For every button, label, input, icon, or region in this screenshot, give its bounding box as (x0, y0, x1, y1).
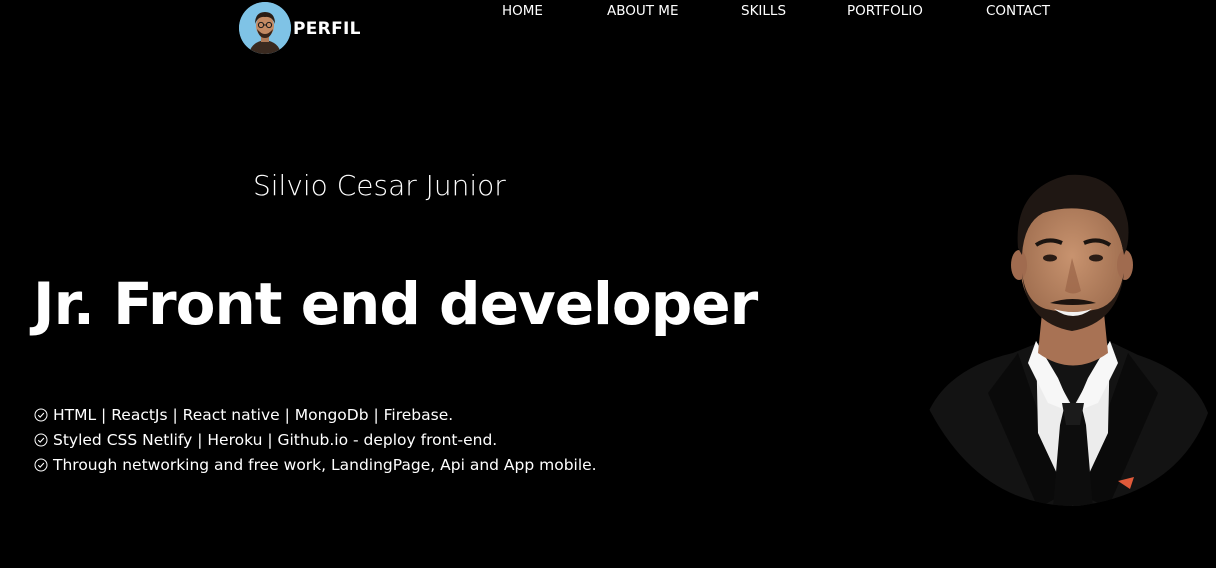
main-nav: HOME ABOUT ME SKILLS PORTFOLIO CONTACT (0, 3, 1216, 23)
skill-text: Through networking and free work, Landin… (53, 455, 597, 474)
hero-name: Silvio Cesar Junior (253, 169, 506, 202)
nav-home[interactable]: HOME (502, 3, 543, 19)
nav-contact[interactable]: CONTACT (986, 3, 1050, 19)
skill-item: HTML | ReactJs | React native | MongoDb … (34, 402, 597, 427)
page: PERFIL HOME ABOUT ME SKILLS PORTFOLIO CO… (0, 0, 1216, 568)
skills-list: HTML | ReactJs | React native | MongoDb … (34, 402, 597, 477)
nav-about-me[interactable]: ABOUT ME (607, 3, 678, 19)
check-circle-icon (34, 433, 48, 446)
skill-item: Styled CSS Netlify | Heroku | Github.io … (34, 427, 597, 452)
skill-text: HTML | ReactJs | React native | MongoDb … (53, 405, 454, 424)
skill-item: Through networking and free work, Landin… (34, 452, 597, 477)
check-circle-icon (34, 408, 48, 421)
nav-skills[interactable]: SKILLS (741, 3, 786, 19)
check-circle-icon (34, 458, 48, 471)
profile-photo (918, 163, 1208, 508)
hero-title: Jr. Front end developer (33, 270, 758, 338)
nav-portfolio[interactable]: PORTFOLIO (847, 3, 923, 19)
skill-text: Styled CSS Netlify | Heroku | Github.io … (53, 430, 498, 449)
